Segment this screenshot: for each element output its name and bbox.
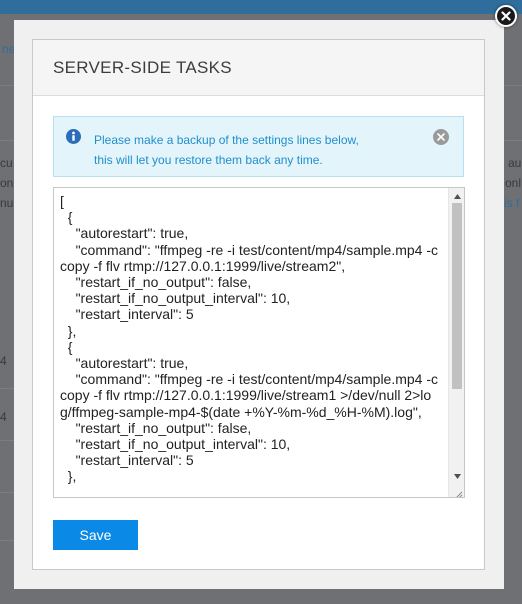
scroll-down-arrow-icon[interactable] bbox=[452, 471, 462, 481]
modal-close-button[interactable] bbox=[495, 5, 517, 27]
modal-title: SERVER-SIDE TASKS bbox=[53, 57, 232, 77]
alert-line: this will let you restore them back any … bbox=[94, 153, 323, 167]
info-icon bbox=[66, 129, 81, 144]
close-icon bbox=[501, 11, 511, 21]
background-text: onl bbox=[505, 176, 522, 190]
background-text: on bbox=[0, 176, 14, 190]
scrollbar-thumb[interactable] bbox=[452, 203, 462, 389]
save-button[interactable]: Save bbox=[53, 520, 138, 550]
alert-line: Please make a backup of the settings lin… bbox=[94, 133, 359, 147]
background-text: nu bbox=[0, 196, 14, 210]
alert-message: Please make a backup of the settings lin… bbox=[94, 130, 359, 170]
background-text: is f bbox=[504, 196, 520, 210]
scroll-up-arrow-icon[interactable] bbox=[452, 191, 462, 201]
alert-close-icon[interactable] bbox=[433, 129, 449, 145]
background-text: cu bbox=[0, 156, 13, 170]
settings-textarea[interactable]: [ { "autorestart": true, "command": "ffm… bbox=[53, 187, 465, 498]
resize-grip-icon[interactable] bbox=[453, 486, 463, 497]
modal-dialog: SERVER-SIDE TASKS Please make a backup o… bbox=[14, 20, 504, 589]
modal-panel: SERVER-SIDE TASKS Please make a backup o… bbox=[32, 39, 485, 570]
background-text: 4 bbox=[0, 354, 7, 368]
modal-header: SERVER-SIDE TASKS bbox=[33, 40, 484, 96]
settings-json-text[interactable]: [ { "autorestart": true, "command": "ffm… bbox=[60, 193, 442, 485]
backup-alert: Please make a backup of the settings lin… bbox=[53, 116, 464, 177]
editor-scrollbar[interactable] bbox=[448, 188, 464, 497]
background-text: au bbox=[508, 156, 522, 170]
background-topbar bbox=[0, 0, 522, 14]
background-text: 4 bbox=[0, 410, 7, 424]
